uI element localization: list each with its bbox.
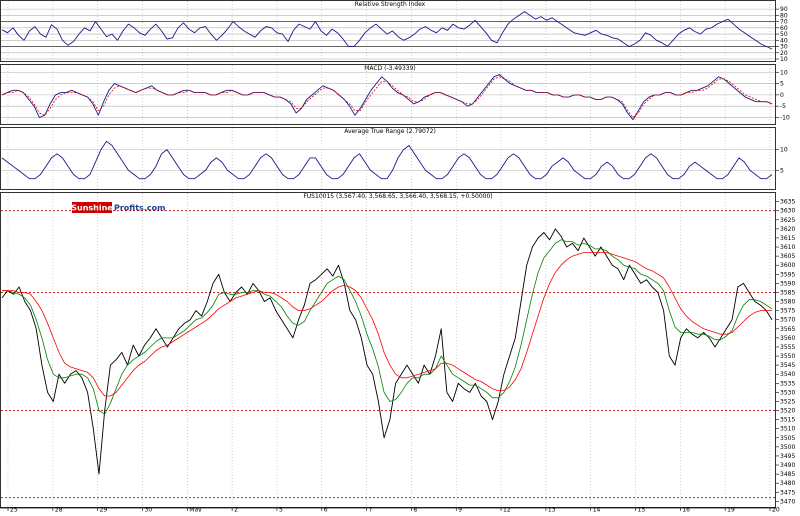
price-ytick-3: 3485: [780, 471, 795, 478]
price-panel-title: FUS10015 (3,567.40, 3,568.65, 3,566.40, …: [303, 193, 492, 200]
price-ytick-25: 3595: [780, 271, 795, 278]
atr-panel-title: Average True Range (2.79072): [344, 128, 436, 135]
price-ytick-26: 3600: [780, 262, 795, 269]
rsi-ytick-0: 10: [780, 56, 788, 63]
x-tick-label-13: 14: [593, 507, 601, 513]
price-ytick-0: 3470: [780, 498, 795, 505]
price-ytick-32: 3630: [780, 208, 795, 215]
chart-canvas: Relative Strength Index MACD (-3.49339) …: [0, 0, 800, 514]
chart-window: Relative Strength Index MACD (-3.49339) …: [0, 0, 800, 514]
x-tick-label-2: 29: [100, 507, 108, 513]
x-tick-label-8: 7: [369, 507, 373, 513]
price-ytick-23: 3585: [780, 289, 795, 296]
price-ytick-14: 3540: [780, 371, 795, 378]
price-ytick-29: 3615: [780, 235, 795, 242]
x-tick-label-4: May: [189, 507, 202, 513]
x-tick-label-10: 9: [458, 507, 462, 513]
price-ytick-9: 3515: [780, 417, 795, 424]
rsi-ytick-4: 50: [780, 31, 788, 38]
price-ytick-21: 3575: [780, 308, 795, 315]
price-ytick-15: 3545: [780, 362, 795, 369]
rsi-ytick-2: 30: [780, 44, 788, 51]
macd-ytick-2: 0: [780, 92, 784, 99]
price-ytick-20: 3570: [780, 317, 795, 324]
price-ytick-16: 3550: [780, 353, 795, 360]
price-ytick-27: 3605: [780, 253, 795, 260]
x-tick-label-17: 20: [772, 507, 780, 513]
x-tick-label-3: 30: [144, 507, 152, 513]
rsi-ytick-3: 40: [780, 37, 788, 44]
price-ytick-11: 3525: [780, 398, 795, 405]
price-ytick-30: 3620: [780, 226, 795, 233]
rsi-ytick-5: 60: [780, 25, 788, 32]
rsi-ytick-6: 70: [780, 19, 788, 26]
x-tick-label-14: 15: [638, 507, 646, 513]
x-tick-label-6: 5: [279, 507, 283, 513]
price-ytick-19: 3565: [780, 326, 795, 333]
x-tick-label-9: 8: [413, 507, 417, 513]
price-ytick-33: 3635: [780, 199, 795, 206]
chart-background: [0, 0, 800, 512]
price-ytick-31: 3625: [780, 217, 795, 224]
macd-ytick-3: 5: [780, 81, 784, 88]
price-ytick-12: 3530: [780, 389, 795, 396]
price-ytick-10: 3520: [780, 408, 795, 415]
atr-ytick-0: 5: [780, 167, 784, 174]
macd-ytick-0: -10: [780, 114, 790, 121]
price-ytick-22: 3580: [780, 299, 795, 306]
macd-panel-title: MACD (-3.49339): [364, 65, 416, 72]
price-ytick-17: 3555: [780, 344, 795, 351]
price-ytick-13: 3535: [780, 380, 795, 387]
x-tick-label-15: 16: [682, 507, 690, 513]
x-tick-label-12: 13: [548, 507, 556, 513]
price-ytick-6: 3500: [780, 444, 795, 451]
price-ytick-2: 3480: [780, 480, 795, 487]
x-tick-label-16: 19: [727, 507, 735, 513]
rsi-ytick-1: 20: [780, 50, 788, 57]
price-ytick-18: 3560: [780, 335, 795, 342]
atr-ytick-1: 10: [780, 147, 788, 154]
price-ytick-7: 3505: [780, 435, 795, 442]
x-tick-label-1: 28: [55, 507, 63, 513]
rsi-ytick-8: 90: [780, 6, 788, 13]
macd-ytick-4: 10: [780, 69, 788, 76]
price-ytick-5: 3495: [780, 453, 795, 460]
rsi-ytick-7: 80: [780, 12, 788, 19]
macd-ytick-1: -5: [780, 103, 786, 110]
sunshine-profits-logo: Sunshine Profits.com: [71, 202, 165, 213]
x-tick-label-0: 25: [10, 507, 18, 513]
rsi-panel-title: Relative Strength Index: [355, 1, 426, 8]
price-ytick-28: 3610: [780, 244, 795, 251]
x-tick-label-5: 2: [234, 507, 238, 513]
price-ytick-8: 3510: [780, 426, 795, 433]
price-ytick-24: 3590: [780, 280, 795, 287]
price-ytick-4: 3490: [780, 462, 795, 469]
price-ytick-1: 3475: [780, 489, 795, 496]
x-tick-label-11: 12: [503, 507, 511, 513]
x-tick-label-7: 6: [324, 507, 328, 513]
